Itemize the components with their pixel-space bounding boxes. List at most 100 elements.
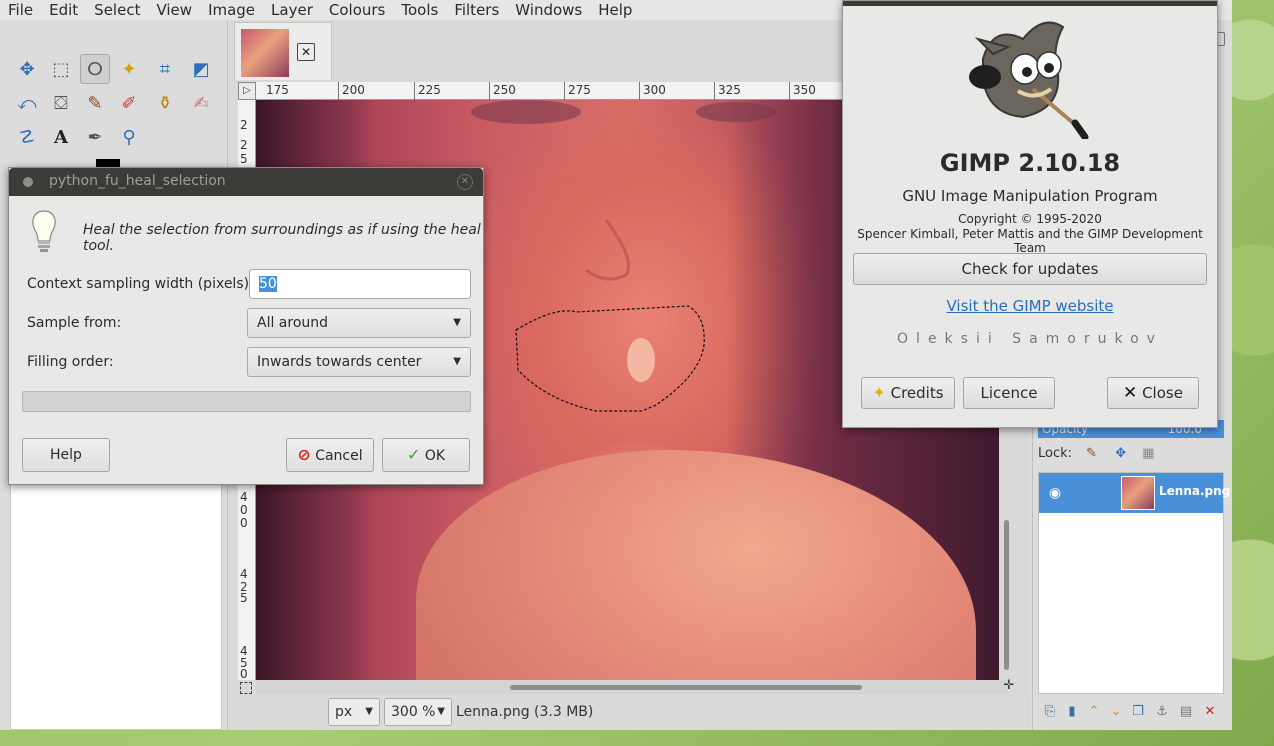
raise-layer-icon[interactable]: ⌃ [1084, 702, 1104, 722]
eraser-tool-icon[interactable]: ✐ [114, 88, 144, 118]
new-layer-icon[interactable]: ⎘ [1040, 702, 1060, 722]
cancel-label: Cancel [315, 448, 363, 464]
ruler-label: 275 [568, 83, 591, 97]
heal-dialog-titlebar: python_fu_heal_selection ✕ [9, 168, 483, 196]
about-dialog: GIMP 2.10.18 GNU Image Manipulation Prog… [842, 0, 1218, 428]
zoom-tool-icon[interactable]: ⚲ [114, 122, 144, 152]
statusbar: px ▼ 300 % ▼ Lenna.png (3.3 MB) [236, 696, 1026, 730]
image-tab[interactable]: ✕ [234, 22, 332, 80]
heal-selection-dialog: python_fu_heal_selection ✕ Heal the sele… [8, 167, 484, 485]
window-menu-icon[interactable] [23, 177, 33, 187]
filling-order-value: Inwards towards center [257, 354, 422, 370]
menu-colours[interactable]: Colours [321, 1, 393, 19]
ruler-label: 175 [266, 83, 289, 97]
menu-help[interactable]: Help [590, 1, 640, 19]
horizontal-scrollbar[interactable] [256, 680, 1008, 694]
mask-layer-icon[interactable]: ▤ [1176, 702, 1196, 722]
lock-position-icon[interactable]: ✥ [1115, 446, 1126, 461]
close-button[interactable]: ✕ Close [1107, 377, 1199, 409]
vertical-scroll-thumb[interactable] [1004, 520, 1009, 670]
ruler-label: 300 [643, 83, 666, 97]
layers-list: ◉ Lenna.png [1038, 472, 1230, 694]
clone-tool-icon[interactable]: ⚱ [150, 88, 180, 118]
menu-filters[interactable]: Filters [446, 1, 507, 19]
credits-label: Credits [890, 384, 944, 402]
smudge-tool-icon[interactable]: ✍ [186, 88, 216, 118]
heal-description: Heal the selection from surroundings as … [83, 222, 481, 254]
quick-mask-toggle-icon[interactable]: ▷ [238, 82, 256, 100]
ruler-label: 325 [718, 83, 741, 97]
about-titlebar [843, 1, 1217, 6]
image-info: Lenna.png (3.3 MB) [456, 704, 594, 720]
help-button[interactable]: Help [22, 438, 110, 472]
menu-file[interactable]: File [0, 1, 41, 19]
licence-button[interactable]: Licence [963, 377, 1055, 409]
sampling-width-input[interactable]: 50 [249, 269, 471, 299]
lock-pixels-icon[interactable]: ✎ [1086, 446, 1097, 461]
check-updates-button[interactable]: Check for updates [853, 253, 1207, 285]
sample-from-value: All around [257, 315, 329, 331]
navigate-icon[interactable]: ✛ [1002, 679, 1016, 694]
about-authors: Spencer Kimball, Peter Mattis and the GI… [857, 227, 1203, 255]
text-tool-icon[interactable]: A [46, 122, 76, 152]
layer-row[interactable]: ◉ Lenna.png [1039, 473, 1230, 513]
ruler-label: 5 [240, 591, 248, 605]
unit-selector[interactable]: px ▼ [328, 698, 380, 726]
rect-select-tool-icon[interactable]: ⬚ [46, 54, 76, 84]
layer-thumbnail [1121, 476, 1155, 510]
ruler-label: 4 [240, 567, 248, 581]
anchor-layer-icon[interactable]: ⚓ [1152, 702, 1172, 722]
close-icon[interactable]: ✕ [457, 174, 473, 190]
width-label: Context sampling width (pixels): [27, 276, 254, 292]
filling-order-select[interactable]: Inwards towards center ▼ [247, 347, 471, 377]
ruler-label: 0 [240, 516, 248, 530]
menu-image[interactable]: Image [200, 1, 263, 19]
close-tab-icon[interactable]: ✕ [297, 43, 315, 61]
new-layer-group-icon[interactable]: ▮ [1062, 702, 1082, 722]
duplicate-layer-icon[interactable]: ❐ [1128, 702, 1148, 722]
move-tool-icon[interactable]: ✥ [12, 54, 42, 84]
menu-edit[interactable]: Edit [41, 1, 86, 19]
cancel-button[interactable]: ⊘ Cancel [286, 438, 374, 472]
unit-value: px [335, 704, 353, 720]
credits-button[interactable]: ✦ Credits [861, 377, 955, 409]
layer-name: Lenna.png [1159, 484, 1231, 498]
visit-website-link-text[interactable]: Visit the GIMP website [946, 297, 1113, 315]
crop-tool-icon[interactable]: ⌗ [150, 54, 180, 84]
menu-layer[interactable]: Layer [263, 1, 321, 19]
menu-tools[interactable]: Tools [393, 1, 446, 19]
color-picker-tool-icon[interactable]: ✒ [80, 122, 110, 152]
tool-options-panel [10, 480, 222, 730]
zoom-selector[interactable]: 300 % ▼ [384, 698, 452, 726]
ruler-label: 250 [493, 83, 516, 97]
cancel-icon: ⊘ [297, 445, 311, 464]
ruler-label: 2 [240, 138, 248, 152]
lower-layer-icon[interactable]: ⌄ [1106, 702, 1126, 722]
ok-button[interactable]: ✓ OK [382, 438, 470, 472]
filling-order-label: Filling order: [27, 354, 114, 370]
fuzzy-select-tool-icon[interactable]: ✦ [114, 54, 144, 84]
menu-windows[interactable]: Windows [507, 1, 590, 19]
sample-from-label: Sample from: [27, 315, 122, 331]
sampling-width-value: 50 [259, 276, 277, 292]
paths-tool-icon[interactable]: ☡ [12, 122, 42, 152]
unified-transform-tool-icon[interactable]: ◩ [186, 54, 216, 84]
warp-transform-tool-icon[interactable]: ⤺ [12, 88, 42, 118]
free-select-tool-icon[interactable]: ⵔ [80, 54, 110, 84]
quick-mask-icon[interactable] [240, 682, 252, 694]
close-label: Close [1142, 384, 1183, 402]
ruler-label: 0 [240, 667, 248, 681]
image-tab-thumbnail [241, 29, 289, 77]
lock-row: Lock: ✎ ✥ ▦ [1038, 446, 1155, 461]
bucket-fill-tool-icon[interactable]: ⛋ [46, 88, 76, 118]
visibility-eye-icon[interactable]: ◉ [1045, 483, 1065, 503]
about-copyright: Copyright © 1995-2020 [958, 212, 1102, 226]
paintbrush-tool-icon[interactable]: ✎ [80, 88, 110, 118]
delete-layer-icon[interactable]: ✕ [1200, 702, 1220, 722]
horizontal-scroll-thumb[interactable] [510, 685, 862, 690]
lock-alpha-icon[interactable]: ▦ [1142, 446, 1154, 461]
chevron-down-icon: ▼ [437, 706, 445, 717]
sample-from-select[interactable]: All around ▼ [247, 308, 471, 338]
menu-select[interactable]: Select [86, 1, 148, 19]
menu-view[interactable]: View [148, 1, 200, 19]
